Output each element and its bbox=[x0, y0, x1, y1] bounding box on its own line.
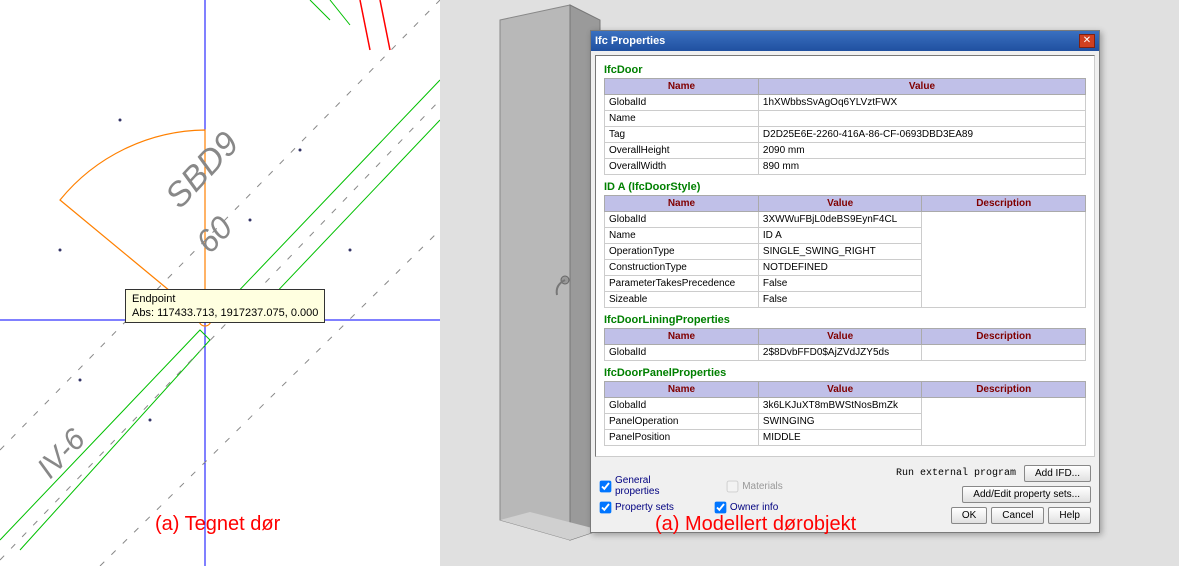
cad-label-iv6: IV-6 bbox=[31, 423, 92, 485]
tooltip-title: Endpoint bbox=[132, 292, 318, 306]
model-panel: Ifc Properties ✕ IfcDoor Name Value Glob… bbox=[440, 0, 1179, 566]
ifcdoor-table: Name Value GlobalId1hXWbbsSvAgOq6YLVztFW… bbox=[604, 78, 1086, 175]
table-row: GlobalId3k6LKJuXT8mBWStNosBmZk bbox=[605, 398, 1086, 414]
table-row: GlobalId2$8DvbFFD0$AjZVdJZY5ds bbox=[605, 345, 1086, 361]
chk-materials[interactable]: Materials bbox=[726, 475, 783, 497]
ifcdoorlining-table: Name Value Description GlobalId2$8DvbFFD… bbox=[604, 328, 1086, 361]
ifc-properties-dialog: Ifc Properties ✕ IfcDoor Name Value Glob… bbox=[590, 30, 1100, 533]
section-ifcdoorlining-title: IfcDoorLiningProperties bbox=[604, 314, 1086, 326]
table-row: OverallHeight2090 mm bbox=[605, 143, 1086, 159]
cad-label-60: 60 bbox=[189, 209, 240, 260]
add-ifd-button[interactable]: Add IFD... bbox=[1024, 465, 1091, 482]
table-row: Name bbox=[605, 111, 1086, 127]
section-ifcdoorstyle-title: ID A (IfcDoorStyle) bbox=[604, 181, 1086, 193]
dialog-title: Ifc Properties bbox=[595, 35, 665, 47]
table-row: GlobalId3XWWuFBjL0deBS9EynF4CL bbox=[605, 212, 1086, 228]
tooltip-coords: Abs: 117433.713, 1917237.075, 0.000 bbox=[132, 306, 318, 320]
caption-left: (a) Tegnet dør bbox=[155, 513, 280, 536]
chk-general-properties[interactable]: General properties bbox=[599, 475, 686, 497]
table-row: TagD2D25E6E-2260-416A-86-CF-0693DBD3EA89 bbox=[605, 127, 1086, 143]
cad-svg: SBD9 60 IV-6 bbox=[0, 0, 440, 566]
section-ifcdoorpanel-title: IfcDoorPanelProperties bbox=[604, 367, 1086, 379]
cad-label-sbd9: SBD9 bbox=[158, 125, 246, 216]
section-ifcdoor-title: IfcDoor bbox=[604, 64, 1086, 76]
dialog-body: IfcDoor Name Value GlobalId1hXWbbsSvAgOq… bbox=[595, 55, 1095, 457]
cad-drawing-panel: SBD9 60 IV-6 Endpoint Abs: 117433.713, 1… bbox=[0, 0, 440, 566]
cad-tooltip: Endpoint Abs: 117433.713, 1917237.075, 0… bbox=[125, 289, 325, 323]
table-row: OverallWidth890 mm bbox=[605, 159, 1086, 175]
cancel-button[interactable]: Cancel bbox=[991, 507, 1044, 524]
caption-right: (a) Modellert dørobjekt bbox=[655, 513, 856, 536]
ok-button[interactable]: OK bbox=[951, 507, 987, 524]
add-edit-property-button[interactable]: Add/Edit property sets... bbox=[962, 486, 1091, 503]
ifcdoorstyle-table: Name Value Description GlobalId3XWWuFBjL… bbox=[604, 195, 1086, 308]
dialog-titlebar[interactable]: Ifc Properties ✕ bbox=[591, 31, 1099, 51]
help-button[interactable]: Help bbox=[1048, 507, 1091, 524]
run-external-label: Run external program bbox=[896, 468, 1016, 479]
ifcdoorpanel-table: Name Value Description GlobalId3k6LKJuXT… bbox=[604, 381, 1086, 446]
close-icon[interactable]: ✕ bbox=[1079, 34, 1095, 48]
table-row: GlobalId1hXWbbsSvAgOq6YLVztFWX bbox=[605, 95, 1086, 111]
